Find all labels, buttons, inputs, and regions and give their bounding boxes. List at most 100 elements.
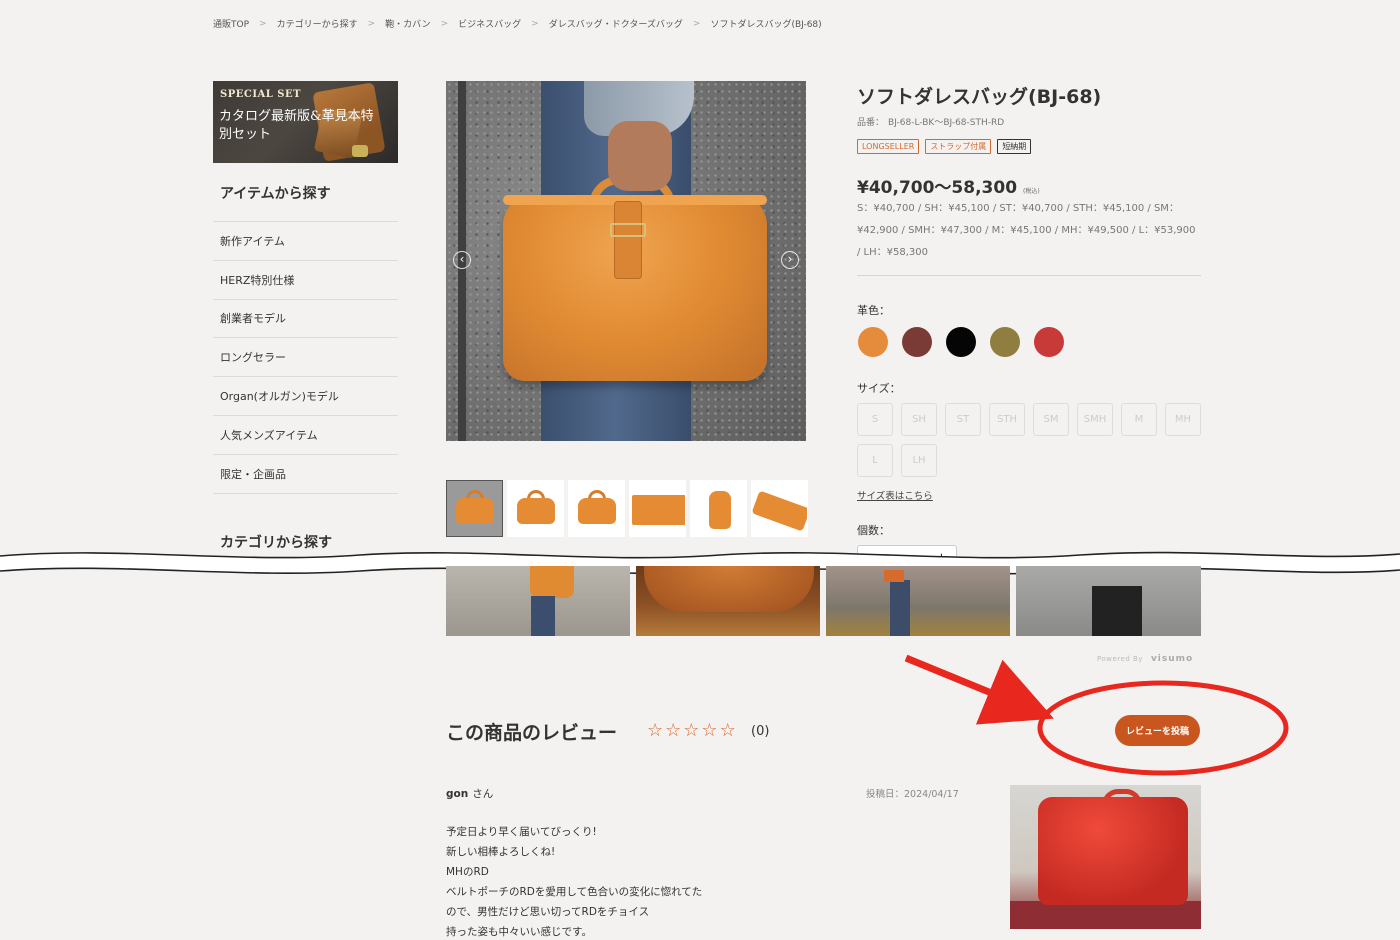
size-options: S SH ST STH SM SMH M MH L LH (857, 403, 1207, 477)
reviewer-honorific: さん (472, 788, 494, 800)
size-chart-link[interactable]: サイズ表はこちら (857, 488, 933, 502)
color-swatch-green[interactable] (990, 327, 1020, 357)
product-main-image[interactable]: ‹ › (446, 81, 806, 441)
product-price: ¥40,700〜58,300 (税込) (857, 173, 1040, 198)
color-swatch-choco[interactable] (902, 327, 932, 357)
size-option-s[interactable]: S (857, 403, 893, 436)
badge-longseller: LONGSELLER (857, 139, 920, 154)
sku-value: BJ-68-L-BK〜BJ-68-STH-RD (888, 118, 1005, 128)
powered-by-label: Powered By (1097, 655, 1143, 663)
breadcrumb-category[interactable]: カテゴリーから探す (277, 17, 358, 30)
price-breakdown: S：¥40,700 / SH：¥45,100 / ST：¥40,700 / ST… (857, 203, 1196, 258)
size-option-l[interactable]: L (857, 444, 893, 477)
visual-gallery-item[interactable] (446, 566, 630, 636)
star-icon: ☆ (701, 720, 718, 741)
breadcrumb-separator: > (367, 18, 376, 29)
sku-label: 品番： (857, 118, 885, 128)
visual-gallery-item[interactable] (1016, 566, 1201, 636)
breadcrumb-current: ソフトダレスバッグ(BJ-68) (710, 20, 822, 30)
reviewer-handle: gon (446, 788, 469, 800)
product-badges: LONGSELLER ストラップ付属 短納期 (857, 139, 1032, 154)
tax-note: (税込) (1023, 188, 1040, 195)
review-date-value: 2024/04/17 (904, 789, 959, 800)
bag-strap (614, 201, 642, 279)
items-heading: アイテムから探す (220, 186, 331, 202)
thumbnail-item[interactable] (751, 480, 808, 537)
price-value: ¥40,700〜58,300 (857, 178, 1018, 198)
review-line: 新しい相棒よろしくね! (446, 846, 556, 858)
product-sku: 品番： BJ-68-L-BK〜BJ-68-STH-RD (857, 115, 1004, 128)
breadcrumb-separator: > (692, 18, 701, 29)
post-review-button[interactable]: レビューを投稿 (1115, 715, 1200, 746)
breadcrumb-dulles-bags[interactable]: ダレスバッグ・ドクターズバッグ (549, 17, 683, 30)
model-hand (608, 121, 672, 191)
size-option-st[interactable]: ST (945, 403, 981, 436)
size-option-lh[interactable]: LH (901, 444, 937, 477)
visual-gallery-item[interactable] (826, 566, 1010, 636)
sidebar-item-new[interactable]: 新作アイテム (213, 222, 398, 261)
breadcrumb-business-bags[interactable]: ビジネスバッグ (458, 17, 521, 30)
divider (857, 275, 1201, 276)
badge-short-delivery: 短納期 (997, 139, 1032, 154)
breadcrumb-separator: > (440, 18, 449, 29)
star-icon: ☆ (683, 720, 700, 741)
sidebar-item-herz-special[interactable]: HERZ特別仕様 (213, 261, 398, 300)
size-option-sm[interactable]: SM (1033, 403, 1069, 436)
reviews-heading: この商品のレビュー (446, 722, 618, 744)
size-option-m[interactable]: M (1121, 403, 1157, 436)
visual-gallery-item[interactable] (636, 566, 820, 636)
size-label: サイズ： (857, 382, 901, 395)
powered-by-brand: visumo (1150, 654, 1194, 664)
color-swatch-black[interactable] (946, 327, 976, 357)
color-label: 革色： (857, 304, 890, 317)
rating-stars: ☆ ☆ ☆ ☆ ☆ (647, 722, 736, 740)
breadcrumb-separator: > (531, 18, 539, 29)
star-icon: ☆ (719, 720, 736, 741)
size-option-sth[interactable]: STH (989, 403, 1025, 436)
annotation-arrow (904, 654, 1054, 725)
thumbnail-item[interactable] (446, 480, 503, 537)
sidebar-item-mens[interactable]: 人気メンズアイテム (213, 416, 398, 455)
sidebar-item-founder-model[interactable]: 創業者モデル (213, 300, 398, 339)
sidebar-item-longseller[interactable]: ロングセラー (213, 338, 398, 378)
badge-strap: ストラップ付属 (925, 139, 992, 154)
review-date-label: 投稿日： (866, 789, 905, 800)
size-option-mh[interactable]: MH (1165, 403, 1201, 436)
star-icon: ☆ (647, 720, 664, 741)
review-line: MHのRD (446, 866, 489, 878)
review-photo[interactable] (1010, 785, 1201, 929)
sidebar-item-list: 新作アイテム HERZ特別仕様 創業者モデル ロングセラー Organ(オルガン… (213, 221, 398, 494)
review-line: ので、男性だけど思い切ってRDをチョイス (446, 906, 650, 918)
color-swatch-camel[interactable] (858, 327, 888, 357)
review-line: 持った姿も中々いい感じです。 (446, 926, 592, 938)
breadcrumb-home[interactable]: 通販TOP (213, 17, 249, 30)
thumbnail-item[interactable] (568, 480, 625, 537)
breadcrumb-bags[interactable]: 鞄・カバン (385, 17, 430, 30)
review-line: 予定日より早く届いてびっくり! (446, 826, 597, 838)
sidebar-item-limited[interactable]: 限定・企画品 (213, 455, 398, 494)
size-option-sh[interactable]: SH (901, 403, 937, 436)
banner-title: カタログ最新版&革見本特別セット (219, 109, 374, 142)
banner-tag-image (352, 145, 368, 157)
thumbnail-item[interactable] (629, 480, 686, 537)
star-icon: ☆ (665, 720, 682, 741)
breadcrumb: 通販TOP > カテゴリーから探す > 鞄・カバン > ビジネスバッグ > ダレ… (213, 17, 822, 31)
review-line: ベルトポーチのRDを愛用して色合いの変化に惚れてた (446, 886, 703, 898)
thumbnail-strip (446, 480, 808, 537)
size-option-smh[interactable]: SMH (1077, 403, 1113, 436)
review-body: 予定日より早く届いてびっくり! 新しい相棒よろしくね! MHのRD ベルトポーチ… (446, 822, 746, 940)
thumbnail-item[interactable] (690, 480, 747, 537)
gallery-next-icon[interactable]: › (781, 251, 799, 269)
special-set-banner[interactable]: SPECIAL SET カタログ最新版&革見本特別セット (213, 81, 398, 163)
breadcrumb-separator: > (259, 18, 267, 29)
review-date: 投稿日：2024/04/17 (866, 786, 959, 800)
bag-buckle (610, 223, 646, 237)
color-swatch-red[interactable] (1034, 327, 1064, 357)
reviewer-name: gon さん (446, 786, 493, 801)
quantity-label: 個数： (857, 524, 890, 537)
sidebar-item-organ[interactable]: Organ(オルガン)モデル (213, 377, 398, 416)
product-title: ソフトダレスバッグ(BJ-68) (857, 86, 1102, 108)
gallery-prev-icon[interactable]: ‹ (453, 251, 471, 269)
powered-by: Powered By visumo (1097, 654, 1193, 664)
thumbnail-item[interactable] (507, 480, 564, 537)
